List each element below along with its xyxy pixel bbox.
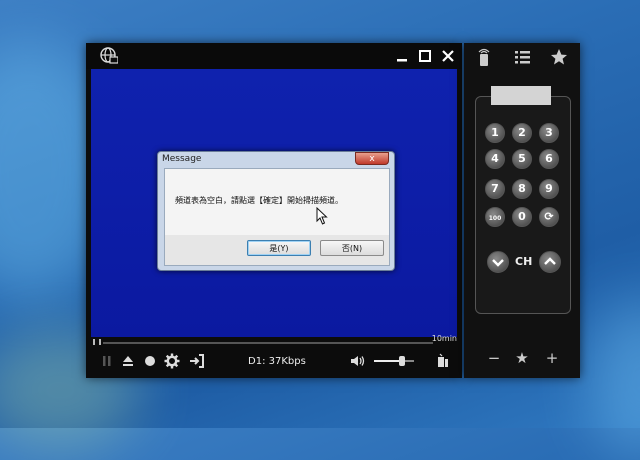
list-icon[interactable] <box>512 47 532 71</box>
key-2[interactable]: 2 <box>512 123 532 143</box>
key-8[interactable]: 8 <box>512 179 532 199</box>
close-icon: x <box>369 154 375 164</box>
maximize-icon[interactable] <box>415 46 435 66</box>
dialog-button-row: 是(Y) 否(N) <box>165 235 389 265</box>
refresh-icon[interactable]: ⟳ <box>539 207 559 227</box>
eject-icon[interactable] <box>121 353 135 373</box>
bitrate-label: D1: 37Kbps <box>248 356 306 367</box>
exit-fullscreen-icon[interactable] <box>189 353 205 373</box>
record-icon[interactable] <box>143 353 157 373</box>
key-5[interactable]: 5 <box>512 149 532 169</box>
message-dialog: Message x 頻道表為空白，請點選【確定】開始掃描頻道。 是(Y) 否(N… <box>157 151 395 271</box>
channel-down-button[interactable] <box>487 251 509 273</box>
key-6[interactable]: 6 <box>539 149 559 169</box>
channel-display <box>491 86 551 105</box>
remote-icon[interactable] <box>474 47 494 71</box>
no-button[interactable]: 否(N) <box>320 240 384 256</box>
seek-start-marker <box>93 339 101 345</box>
volume-knob[interactable] <box>399 356 405 366</box>
channel-up-button[interactable] <box>539 251 561 273</box>
key-1[interactable]: 1 <box>485 123 505 143</box>
minimize-icon[interactable] <box>392 46 412 66</box>
dialog-message: 頻道表為空白，請點選【確定】開始掃描頻道。 <box>175 196 343 205</box>
volume-slider[interactable] <box>374 356 414 366</box>
remote-control-panel: 1 2 3 4 5 6 7 8 9 100 0 ⟳ CH − ★ + <box>464 43 580 378</box>
remote-toggle-icon[interactable] <box>436 353 452 373</box>
key-7[interactable]: 7 <box>485 179 505 199</box>
dialog-body: 頻道表為空白，請點選【確定】開始掃描頻道。 是(Y) 否(N) <box>164 168 390 266</box>
ch-text: CH <box>515 255 533 268</box>
seek-track[interactable] <box>103 342 433 344</box>
key-0[interactable]: 0 <box>512 207 532 227</box>
globe-tv-icon[interactable] <box>100 47 118 65</box>
title-bar[interactable] <box>86 43 462 69</box>
close-icon[interactable] <box>438 46 458 66</box>
key-100-label: 100 <box>488 215 502 222</box>
favorite-star-icon[interactable]: ★ <box>512 349 532 367</box>
ch-label: CH <box>515 255 532 268</box>
minus-button[interactable]: − <box>484 349 504 367</box>
dialog-close-button[interactable]: x <box>355 152 389 165</box>
dialog-title: Message <box>162 154 202 164</box>
mouse-cursor-icon <box>316 207 328 225</box>
yes-button[interactable]: 是(Y) <box>247 240 311 256</box>
seek-bar[interactable]: 10min <box>91 334 457 347</box>
gear-icon[interactable] <box>164 353 180 373</box>
key-4[interactable]: 4 <box>485 149 505 169</box>
duration-label: 10min <box>431 334 457 343</box>
pause-icon[interactable] <box>101 353 113 373</box>
control-bar: D1: 37Kbps <box>91 349 457 373</box>
plus-button[interactable]: + <box>542 349 562 367</box>
speaker-icon[interactable] <box>349 353 367 373</box>
key-100[interactable]: 100 <box>485 207 505 227</box>
desktop-glow <box>590 300 640 460</box>
key-9[interactable]: 9 <box>539 179 559 199</box>
key-3[interactable]: 3 <box>539 123 559 143</box>
star-icon[interactable] <box>549 47 569 71</box>
volume-fill <box>374 360 402 362</box>
